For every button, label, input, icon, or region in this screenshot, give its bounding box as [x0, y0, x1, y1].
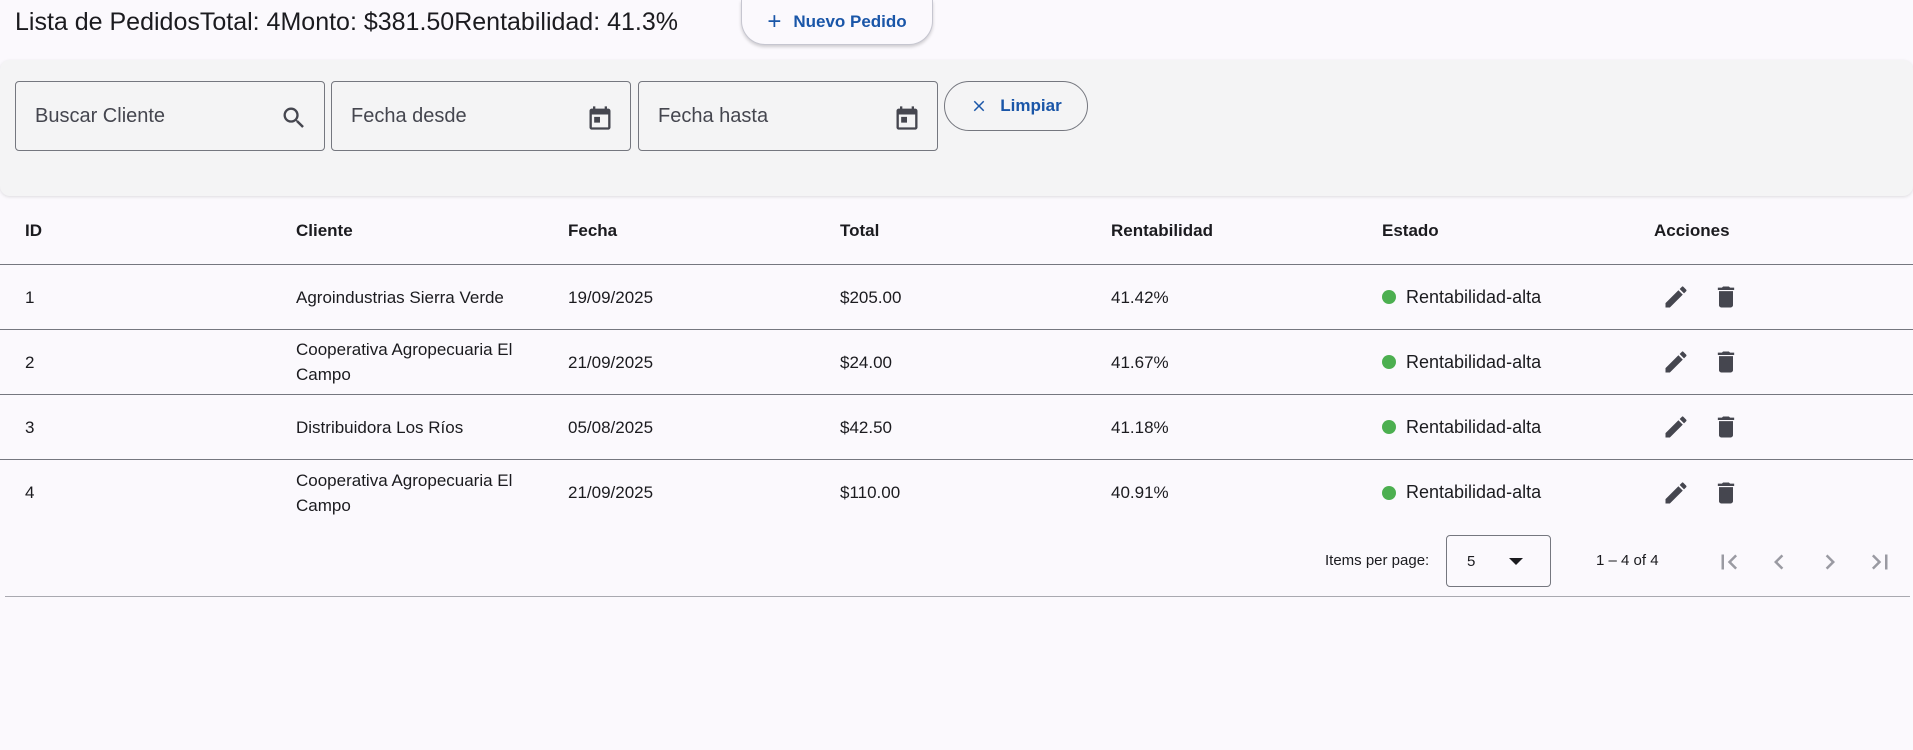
- calendar-icon[interactable]: [586, 104, 614, 132]
- chevron-down-icon: [1509, 558, 1523, 565]
- new-order-label: Nuevo Pedido: [793, 12, 907, 31]
- divider: [5, 596, 1910, 597]
- table-row[interactable]: 3 Distribuidora Los Ríos 05/08/2025 $42.…: [0, 395, 1913, 460]
- chevron-left-icon[interactable]: [1764, 547, 1794, 577]
- chevron-right-icon[interactable]: [1815, 547, 1845, 577]
- cell-fecha: 19/09/2025: [568, 287, 654, 307]
- cell-rentabilidad: 41.18%: [1111, 417, 1169, 437]
- status-badge: Rentabilidad-alta: [1382, 415, 1541, 440]
- date-to-input[interactable]: Fecha hasta: [638, 81, 938, 151]
- status-badge: Rentabilidad-alta: [1382, 480, 1541, 505]
- cell-rentabilidad: 40.91%: [1111, 483, 1169, 502]
- cell-id: 3: [25, 417, 35, 437]
- pencil-icon[interactable]: [1662, 479, 1690, 507]
- status-badge: Rentabilidad-alta: [1382, 285, 1541, 310]
- first-page-icon[interactable]: [1714, 547, 1744, 577]
- orders-table: ID Cliente Fecha Total Rentabilidad Esta…: [0, 196, 1913, 525]
- table-row[interactable]: 2 Cooperativa Agropecuaria El Campo 21/0…: [0, 330, 1913, 395]
- status-label: Rentabilidad-alta: [1406, 482, 1542, 502]
- status-label: Rentabilidad-alta: [1406, 351, 1542, 372]
- status-dot-icon: [1382, 420, 1396, 434]
- page-range-label: 1 – 4 of 4: [1596, 552, 1659, 569]
- column-header-id[interactable]: ID: [25, 218, 42, 243]
- cell-total: $205.00: [840, 287, 902, 307]
- row-actions: [1662, 283, 1740, 311]
- total-amount: Monto: $381.50: [280, 7, 455, 36]
- column-header-rentabilidad[interactable]: Rentabilidad: [1111, 218, 1213, 243]
- cell-cliente: Cooperativa Agropecuaria El Campo: [296, 340, 513, 384]
- items-per-page-select[interactable]: 5: [1446, 535, 1551, 587]
- cell-fecha: 21/09/2025: [568, 483, 654, 502]
- column-header-acciones: Acciones: [1654, 220, 1730, 240]
- trash-icon[interactable]: [1712, 283, 1740, 311]
- filter-panel: Buscar Cliente Fecha desde Fecha hasta L…: [0, 60, 1913, 196]
- pencil-icon[interactable]: [1662, 283, 1690, 311]
- cell-cliente: Distribuidora Los Ríos: [296, 417, 464, 437]
- pencil-icon[interactable]: [1662, 348, 1690, 376]
- search-client-input[interactable]: Buscar Cliente: [15, 81, 325, 151]
- calendar-icon[interactable]: [893, 104, 921, 132]
- clear-filters-label: Limpiar: [1000, 96, 1062, 115]
- column-header-fecha[interactable]: Fecha: [568, 218, 617, 243]
- status-dot-icon: [1382, 485, 1396, 500]
- last-page-icon[interactable]: [1865, 547, 1895, 577]
- page-title: Lista de Pedidos: [15, 7, 200, 36]
- cell-id: 1: [25, 287, 35, 307]
- trash-icon[interactable]: [1712, 413, 1740, 441]
- cell-id: 4: [25, 483, 35, 502]
- table-row[interactable]: 4 Cooperativa Agropecuaria El Campo 21/0…: [0, 460, 1913, 525]
- cell-id: 2: [25, 352, 35, 372]
- cell-rentabilidad: 41.42%: [1111, 287, 1169, 307]
- close-icon: [974, 100, 985, 112]
- items-per-page-label: Items per page:: [1325, 552, 1430, 569]
- date-from-placeholder: Fecha desde: [351, 104, 467, 127]
- row-actions: [1662, 413, 1740, 441]
- table-header: ID Cliente Fecha Total Rentabilidad Esta…: [0, 196, 1913, 265]
- cell-fecha: 05/08/2025: [568, 417, 654, 437]
- trash-icon[interactable]: [1712, 348, 1740, 376]
- column-header-total[interactable]: Total: [840, 218, 879, 243]
- new-order-button[interactable]: + Nuevo Pedido: [741, 0, 933, 45]
- status-dot-icon: [1382, 355, 1396, 369]
- cell-total: $24.00: [840, 352, 892, 372]
- cell-fecha: 21/09/2025: [568, 352, 654, 372]
- row-actions: [1662, 479, 1740, 507]
- status-label: Rentabilidad-alta: [1406, 286, 1542, 307]
- summary-line: Lista de Pedidos Total: 4 Monto: $381.50…: [15, 8, 678, 37]
- plus-icon: +: [767, 8, 782, 35]
- status-badge: Rentabilidad-alta: [1382, 350, 1541, 375]
- cell-total: $42.50: [840, 417, 892, 437]
- cell-cliente: Agroindustrias Sierra Verde: [296, 287, 504, 307]
- cell-total: $110.00: [840, 483, 901, 502]
- table-row[interactable]: 1 Agroindustrias Sierra Verde 19/09/2025…: [0, 265, 1913, 330]
- search-icon[interactable]: [280, 104, 308, 132]
- status-label: Rentabilidad-alta: [1406, 416, 1542, 437]
- clear-filters-button[interactable]: Limpiar: [944, 81, 1088, 131]
- column-header-estado[interactable]: Estado: [1382, 218, 1439, 243]
- page-header: Lista de Pedidos Total: 4 Monto: $381.50…: [15, 0, 678, 44]
- search-client-placeholder: Buscar Cliente: [35, 104, 166, 127]
- pencil-icon[interactable]: [1662, 413, 1690, 441]
- cell-cliente: Cooperativa Agropecuaria El Campo: [296, 470, 513, 515]
- trash-icon[interactable]: [1712, 479, 1740, 507]
- date-from-input[interactable]: Fecha desde: [331, 81, 631, 151]
- cell-rentabilidad: 41.67%: [1111, 352, 1169, 372]
- date-to-placeholder: Fecha hasta: [658, 104, 769, 127]
- column-header-cliente[interactable]: Cliente: [296, 218, 546, 243]
- row-actions: [1662, 348, 1740, 376]
- avg-profitability: Rentabilidad: 41.3%: [454, 7, 678, 36]
- items-per-page-value: 5: [1467, 552, 1476, 570]
- paginator: Items per page: 5 1 – 4 of 4: [0, 530, 1913, 597]
- total-count: Total: 4: [199, 7, 281, 36]
- status-dot-icon: [1382, 290, 1396, 304]
